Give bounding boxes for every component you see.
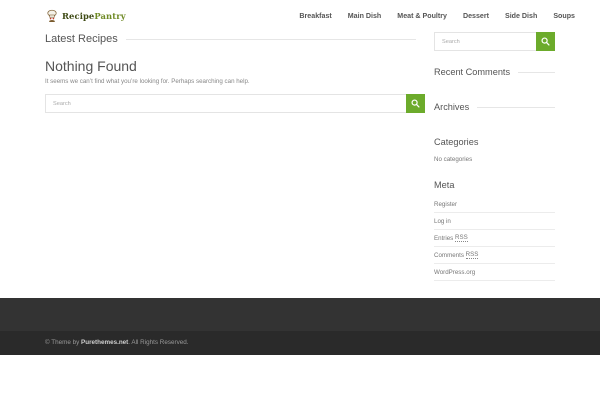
widget-divider [477, 106, 555, 108]
latest-recipes-header: Latest Recipes [45, 33, 416, 45]
nav-item-breakfast[interactable]: Breakfast [299, 12, 331, 20]
rss-abbreviation: RSS [454, 234, 468, 242]
categories-empty-text: No categories [434, 156, 473, 163]
site-header: RecipePantry Breakfast Main Dish Meat & … [0, 0, 600, 32]
nav-item-meat-poultry[interactable]: Meat & Poultry [397, 12, 447, 20]
chef-hat-logo-icon [45, 9, 59, 23]
meta-link-log-in[interactable]: Log in [434, 213, 555, 230]
recent-comments-widget: Recent Comments [434, 67, 555, 77]
meta-link-comments-rss[interactable]: Comments RSS [434, 247, 555, 264]
logo-text-recipe: Recipe [62, 11, 95, 21]
theme-author-link[interactable]: Purethemes.net [81, 339, 128, 346]
logo-wordmark: RecipePantry [62, 11, 126, 21]
nav-item-dessert[interactable]: Dessert [463, 12, 489, 20]
logo-text-pantry: Pantry [94, 11, 126, 21]
meta-link-label: Comments [434, 251, 466, 259]
meta-link-label: WordPress.org [434, 268, 476, 276]
section-title: Latest Recipes [45, 33, 118, 45]
copyright-text: © Theme by Purethemes.net. All Rights Re… [45, 339, 188, 346]
main-search-button[interactable] [406, 94, 425, 113]
site-logo[interactable]: RecipePantry [45, 8, 126, 24]
widget-divider [518, 71, 555, 73]
meta-link-register[interactable]: Register [434, 196, 555, 213]
page-title: Nothing Found [45, 58, 137, 74]
section-divider [125, 38, 416, 40]
widget-title-meta: Meta [434, 180, 455, 190]
sidebar-search-input[interactable] [434, 32, 536, 51]
nav-item-main-dish[interactable]: Main Dish [348, 12, 382, 20]
copyright-prefix: © Theme by [45, 339, 82, 346]
meta-link-label: Register [434, 200, 458, 208]
nav-item-soups[interactable]: Soups [553, 12, 575, 20]
search-icon [541, 37, 550, 46]
meta-link-label: Entries [434, 234, 455, 242]
widget-title-recent-comments: Recent Comments [434, 67, 511, 77]
footer-widget-area [0, 298, 600, 331]
widget-title-archives: Archives [434, 102, 470, 112]
archives-widget: Archives [434, 102, 555, 112]
search-icon [411, 99, 420, 108]
main-navigation: Breakfast Main Dish Meat & Poultry Desse… [283, 0, 575, 32]
not-found-message: It seems we can’t find what you’re looki… [45, 78, 250, 85]
main-search-form [45, 94, 425, 113]
widget-title-categories: Categories [434, 137, 479, 147]
sidebar-search-button[interactable] [536, 32, 555, 51]
nav-item-side-dish[interactable]: Side Dish [505, 12, 537, 20]
sidebar-search-form [434, 32, 555, 51]
main-search-input[interactable] [45, 94, 406, 113]
copyright-suffix: . All Rights Reserved. [128, 339, 189, 346]
meta-link-entries-rss[interactable]: Entries RSS [434, 230, 555, 247]
meta-link-wordpress-org[interactable]: WordPress.org [434, 264, 555, 281]
footer-bottom-bar: © Theme by Purethemes.net. All Rights Re… [0, 331, 600, 355]
meta-links-list: Register Log in Entries RSS Comments RSS… [434, 196, 555, 281]
meta-link-label: Log in [434, 217, 451, 225]
rss-abbreviation: RSS [465, 251, 479, 259]
